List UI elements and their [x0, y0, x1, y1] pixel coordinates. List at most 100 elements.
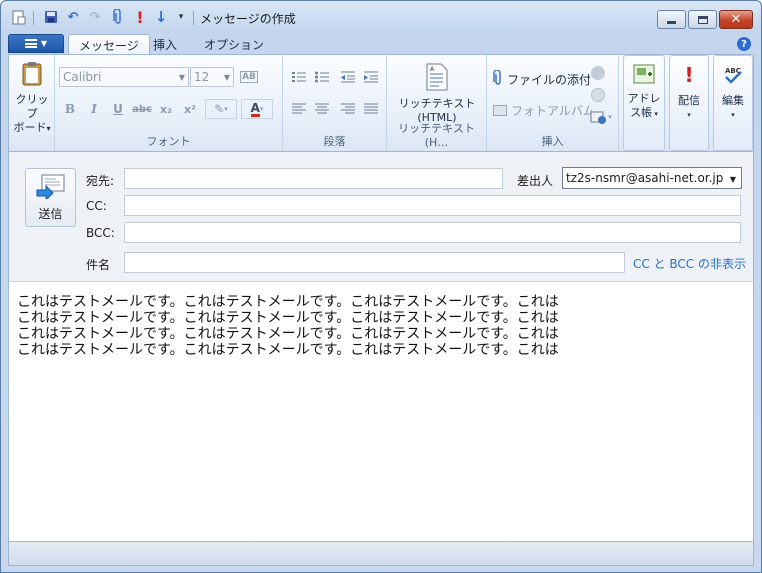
paragraph-group-label: 段落: [323, 135, 346, 148]
superscript-button[interactable]: x²: [179, 99, 201, 119]
photo-album-button[interactable]: フォトアルバム: [493, 100, 595, 120]
save-icon[interactable]: [42, 9, 60, 25]
from-select[interactable]: tz2s-nsmr@asahi-net.or.jp ▼: [562, 167, 742, 189]
chevron-down-icon: ▼: [729, 175, 736, 184]
customize-arrow-icon[interactable]: ▾: [172, 9, 190, 25]
high-priority-icon[interactable]: !: [131, 8, 149, 27]
font-size-combo[interactable]: 12 ▼: [190, 67, 234, 87]
bullet-list-icon[interactable]: [311, 67, 333, 87]
address-book-group: アドレ ス帳 ▾: [623, 55, 665, 151]
cc-field[interactable]: [124, 195, 741, 216]
undo-icon[interactable]: ↶: [64, 9, 82, 25]
title-bar: ↶ ↷ ! ↓ ▾ メッセージの作成 ✕: [1, 1, 761, 31]
low-priority-icon[interactable]: ↓: [152, 8, 170, 26]
ribbon: クリップ ボード▾ Calibri ▼ 12 ▼ AB B I U abc x₂…: [8, 54, 754, 152]
send-label: 送信: [38, 207, 63, 221]
title-separator: [193, 11, 194, 25]
paperclip-icon: [493, 68, 503, 89]
highlight-button[interactable]: ✎ ▾: [205, 99, 237, 119]
status-bar: [8, 541, 754, 566]
chevron-down-icon: ▾: [731, 111, 735, 119]
help-icon[interactable]: ?: [737, 37, 751, 51]
send-button[interactable]: 送信: [25, 168, 76, 227]
attach-file-label: ファイルの添付: [507, 72, 592, 87]
hyperlink-icon[interactable]: ▾: [587, 107, 615, 127]
font-color-button[interactable]: A ▾: [241, 99, 273, 119]
editing-label: 編集: [722, 94, 744, 107]
richtext-group-label: リッチテキスト(H…: [398, 122, 475, 149]
send-icon: [36, 173, 66, 202]
application-menu-button[interactable]: ▼: [8, 34, 64, 53]
to-field[interactable]: [124, 168, 503, 189]
numbered-list-icon[interactable]: [288, 67, 310, 87]
ribbon-tab-row: ▼ メッセージ 挿入 オプション ?: [1, 31, 761, 55]
address-book-button[interactable]: アドレ ス帳 ▾: [625, 64, 663, 121]
body-line: これはテストメールです。これはテストメールです。これはテストメールです。これは: [17, 294, 559, 310]
paragraph-group: 段落: [283, 55, 387, 151]
bold-button[interactable]: B: [59, 99, 81, 119]
tab-insert[interactable]: 挿入: [143, 34, 187, 55]
clipboard-label-line2: ボード▾: [13, 121, 51, 134]
close-icon: ✕: [730, 12, 742, 27]
close-button[interactable]: ✕: [719, 10, 753, 29]
message-body[interactable]: これはテストメールです。これはテストメールです。これはテストメールです。これは …: [8, 282, 754, 541]
editing-button[interactable]: ABC 編集 ▾: [715, 64, 751, 122]
spellcheck-icon: ABC: [722, 64, 744, 86]
attach-icon[interactable]: [109, 9, 127, 25]
chevron-down-icon: ▾: [687, 111, 691, 119]
tab-message[interactable]: メッセージ: [68, 34, 150, 55]
italic-button[interactable]: I: [83, 99, 105, 119]
chevron-down-icon: ▼: [40, 39, 48, 48]
cc-label: CC:: [86, 199, 107, 213]
font-size-value: 12: [194, 70, 210, 84]
subscript-button[interactable]: x₂: [155, 99, 177, 119]
font-name-value: Calibri: [63, 70, 102, 84]
richtext-button[interactable]: A リッチテキスト (HTML): [391, 63, 483, 125]
photo-album-icon: [493, 104, 507, 116]
chevron-down-icon: ▼: [178, 73, 185, 82]
maximize-icon: [697, 15, 708, 24]
signature-icon[interactable]: [587, 85, 609, 105]
highlighter-icon: ✎: [214, 102, 225, 116]
insert-group: ファイルの添付 フォトアルバム ▾ 挿入: [487, 55, 619, 151]
subject-label: 件名: [86, 258, 111, 272]
bcc-field[interactable]: [124, 222, 741, 243]
align-left-icon[interactable]: [288, 99, 310, 119]
richtext-group: A リッチテキスト (HTML) リッチテキスト(H…: [387, 55, 487, 151]
clipboard-button[interactable]: クリップ ボード▾: [13, 61, 51, 136]
from-value: tz2s-nsmr@asahi-net.or.jp: [566, 171, 724, 185]
clipboard-icon: [20, 61, 44, 87]
tab-options[interactable]: オプション: [194, 34, 274, 55]
clipboard-group: クリップ ボード▾: [9, 55, 55, 151]
align-right-icon[interactable]: [337, 99, 359, 119]
emoticon-icon[interactable]: [587, 63, 609, 83]
new-item-icon[interactable]: [9, 9, 27, 25]
font-name-combo[interactable]: Calibri ▼: [59, 67, 189, 87]
clipboard-label-line1: クリップ: [15, 93, 49, 120]
maximize-button[interactable]: [688, 10, 717, 29]
underline-button[interactable]: U: [107, 99, 129, 119]
strikethrough-button[interactable]: abc: [131, 99, 153, 119]
increase-indent-icon[interactable]: [360, 67, 382, 87]
richtext-label-line1: リッチテキスト: [398, 97, 476, 110]
format-painter-icon: AB: [240, 71, 258, 83]
address-book-icon: [633, 64, 655, 84]
font-group-label: フォント: [146, 135, 191, 148]
priority-exclamation-icon: !: [684, 63, 694, 87]
format-painter-button[interactable]: AB: [238, 67, 260, 87]
redo-icon[interactable]: ↷: [86, 9, 104, 25]
address-book-label-line2: ス帳 ▾: [630, 106, 658, 119]
hide-cc-bcc-link[interactable]: CC と BCC の非表示: [633, 255, 746, 272]
font-group: Calibri ▼ 12 ▼ AB B I U abc x₂ x² ✎ ▾ A ▾ …: [55, 55, 283, 151]
align-center-icon[interactable]: [311, 99, 333, 119]
window-title: メッセージの作成: [200, 12, 296, 26]
decrease-indent-icon[interactable]: [337, 67, 359, 87]
attach-file-button[interactable]: ファイルの添付: [493, 68, 592, 89]
to-label: 宛先:: [86, 174, 115, 188]
body-line: これはテストメールです。これはテストメールです。これはテストメールです。これは: [17, 310, 559, 326]
delivery-button[interactable]: ! 配信 ▾: [671, 64, 707, 122]
from-label: 差出人: [517, 174, 554, 188]
subject-field[interactable]: [124, 252, 625, 273]
justify-icon[interactable]: [360, 99, 382, 119]
minimize-button[interactable]: [657, 10, 686, 29]
